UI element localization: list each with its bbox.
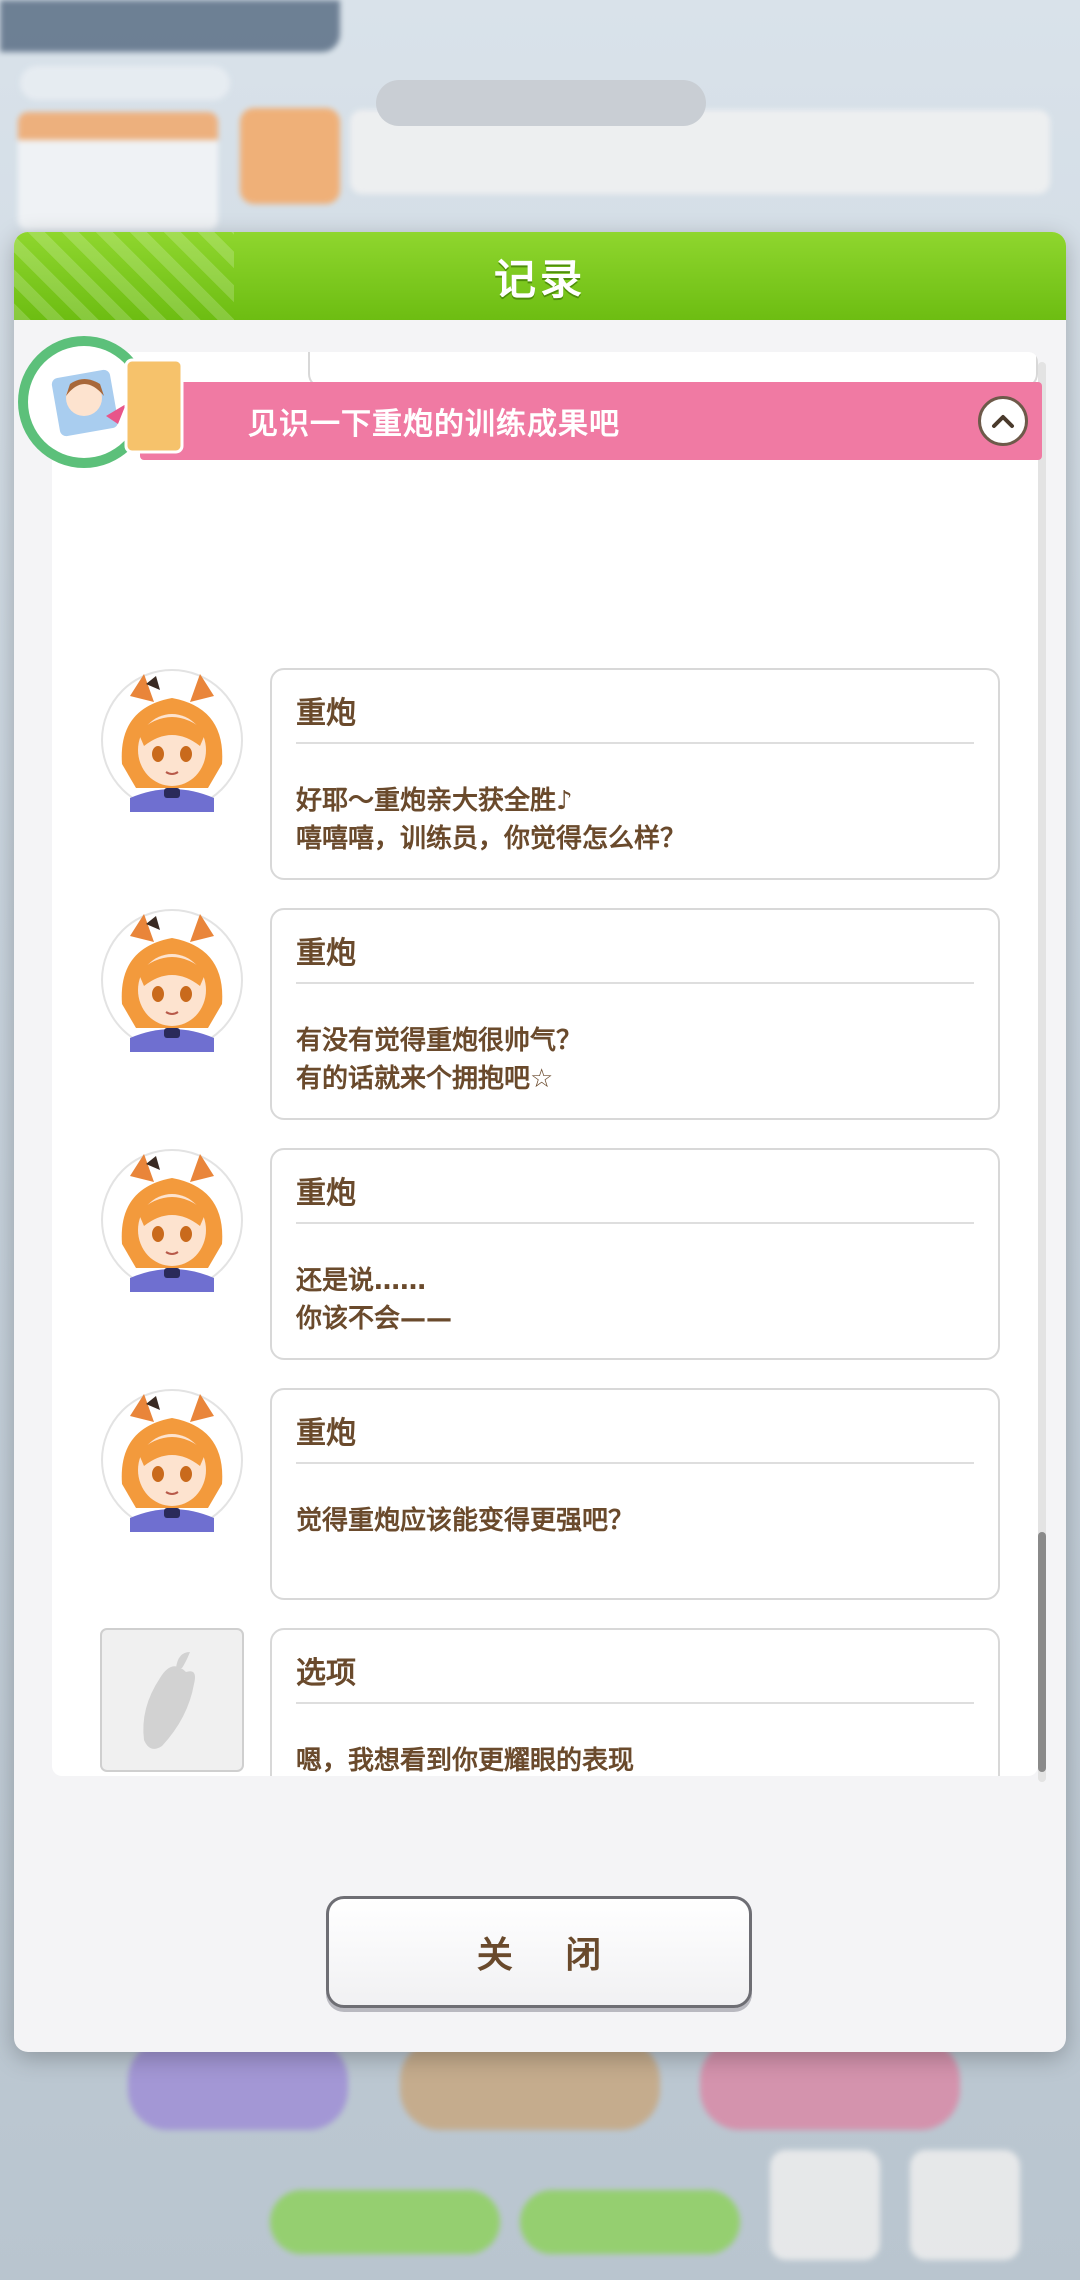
event-title-banner: 见识一下重炮的训练成果吧 [140, 382, 1042, 460]
divider [296, 1702, 974, 1704]
bg-square-button-1 [770, 2150, 880, 2260]
list-item: 重炮 还是说…… 你该不会—— [52, 1148, 1038, 1362]
speaker-name: 重炮 [296, 936, 356, 971]
list-item: 重炮 觉得重炮应该能变得更强吧？ [52, 1388, 1038, 1602]
mayano-avatar [101, 1389, 243, 1532]
dialog-title: 记录 [493, 254, 586, 304]
event-title: 见识一下重炮的训练成果吧 [248, 407, 620, 442]
message-bubble: 重炮 觉得重炮应该能变得更强吧？ [270, 1388, 1000, 1600]
message-line: 还是说…… [296, 1266, 427, 1296]
scrollbar-thumb[interactable] [1038, 1532, 1046, 1772]
bg-purple-button [128, 2040, 348, 2130]
mayano-avatar [101, 1149, 243, 1292]
bg-square-button-2 [910, 2150, 1020, 2260]
mayano-avatar [101, 669, 243, 812]
list-item: 选项 嗯，我想看到你更耀眼的表现 [52, 1628, 1038, 1776]
message-line: 有没有觉得重炮很帅气？ [296, 1026, 583, 1056]
bg-top-bar [0, 0, 340, 52]
speaker-name: 选项 [296, 1656, 356, 1691]
bg-pink-button [700, 2040, 960, 2130]
message-line: 好耶～重炮亲大获全胜♪ [296, 786, 573, 816]
log-list[interactable]: 重炮 好耶～重炮亲大获全胜♪ 嘻嘻嘻，训练员，你觉得怎么样？ 重炮 有没有觉得重… [52, 352, 1038, 1776]
message-line: 觉得重炮应该能变得更强吧？ [296, 1506, 635, 1536]
message-bubble: 重炮 还是说…… 你该不会—— [270, 1148, 1000, 1360]
event-badge-icon [18, 336, 184, 468]
divider [296, 1462, 974, 1464]
message-line: 嘻嘻嘻，训练员，你觉得怎么样？ [296, 824, 687, 854]
bg-green-button-1 [270, 2190, 500, 2254]
status-pill [376, 80, 706, 126]
bg-green-button-2 [520, 2190, 740, 2254]
message-line: 有的话就来个拥抱吧☆ [296, 1064, 554, 1094]
close-button[interactable]: 关 闭 [326, 1896, 752, 2008]
close-button-label: 关 闭 [476, 1935, 622, 1976]
speaker-name: 重炮 [296, 1176, 356, 1211]
message-line: 你该不会—— [296, 1304, 453, 1334]
speaker-name: 重炮 [296, 1416, 356, 1451]
bg-pill [20, 66, 230, 100]
bg-calendar [18, 112, 218, 230]
divider [296, 742, 974, 744]
message-bubble: 重炮 好耶～重炮亲大获全胜♪ 嘻嘻嘻，训练员，你觉得怎么样？ [270, 668, 1000, 880]
dialog-header: 记录 [14, 232, 1066, 320]
collapse-button[interactable] [978, 396, 1028, 446]
message-bubble: 选项 嗯，我想看到你更耀眼的表现 [270, 1628, 1000, 1776]
divider [296, 982, 974, 984]
list-item: 重炮 有没有觉得重炮很帅气？ 有的话就来个拥抱吧☆ [52, 908, 1038, 1122]
bg-brown-button [400, 2040, 660, 2130]
message-bubble: 重炮 有没有觉得重炮很帅气？ 有的话就来个拥抱吧☆ [270, 908, 1000, 1120]
mayano-avatar [101, 909, 243, 1052]
chevron-up-icon [992, 415, 1014, 428]
message-line: 嗯，我想看到你更耀眼的表现 [296, 1746, 635, 1776]
choice-placeholder-icon [100, 1628, 244, 1772]
log-dialog: 记录 重炮 好耶～重炮亲大获全胜♪ 嘻嘻嘻，训练员，你觉得怎么样？ 重炮 有没有… [14, 232, 1066, 2052]
list-item: 重炮 好耶～重炮亲大获全胜♪ 嘻嘻嘻，训练员，你觉得怎么样？ [52, 668, 1038, 882]
bg-orange-tile [240, 108, 340, 204]
speaker-name: 重炮 [296, 696, 356, 731]
divider [296, 1222, 974, 1224]
